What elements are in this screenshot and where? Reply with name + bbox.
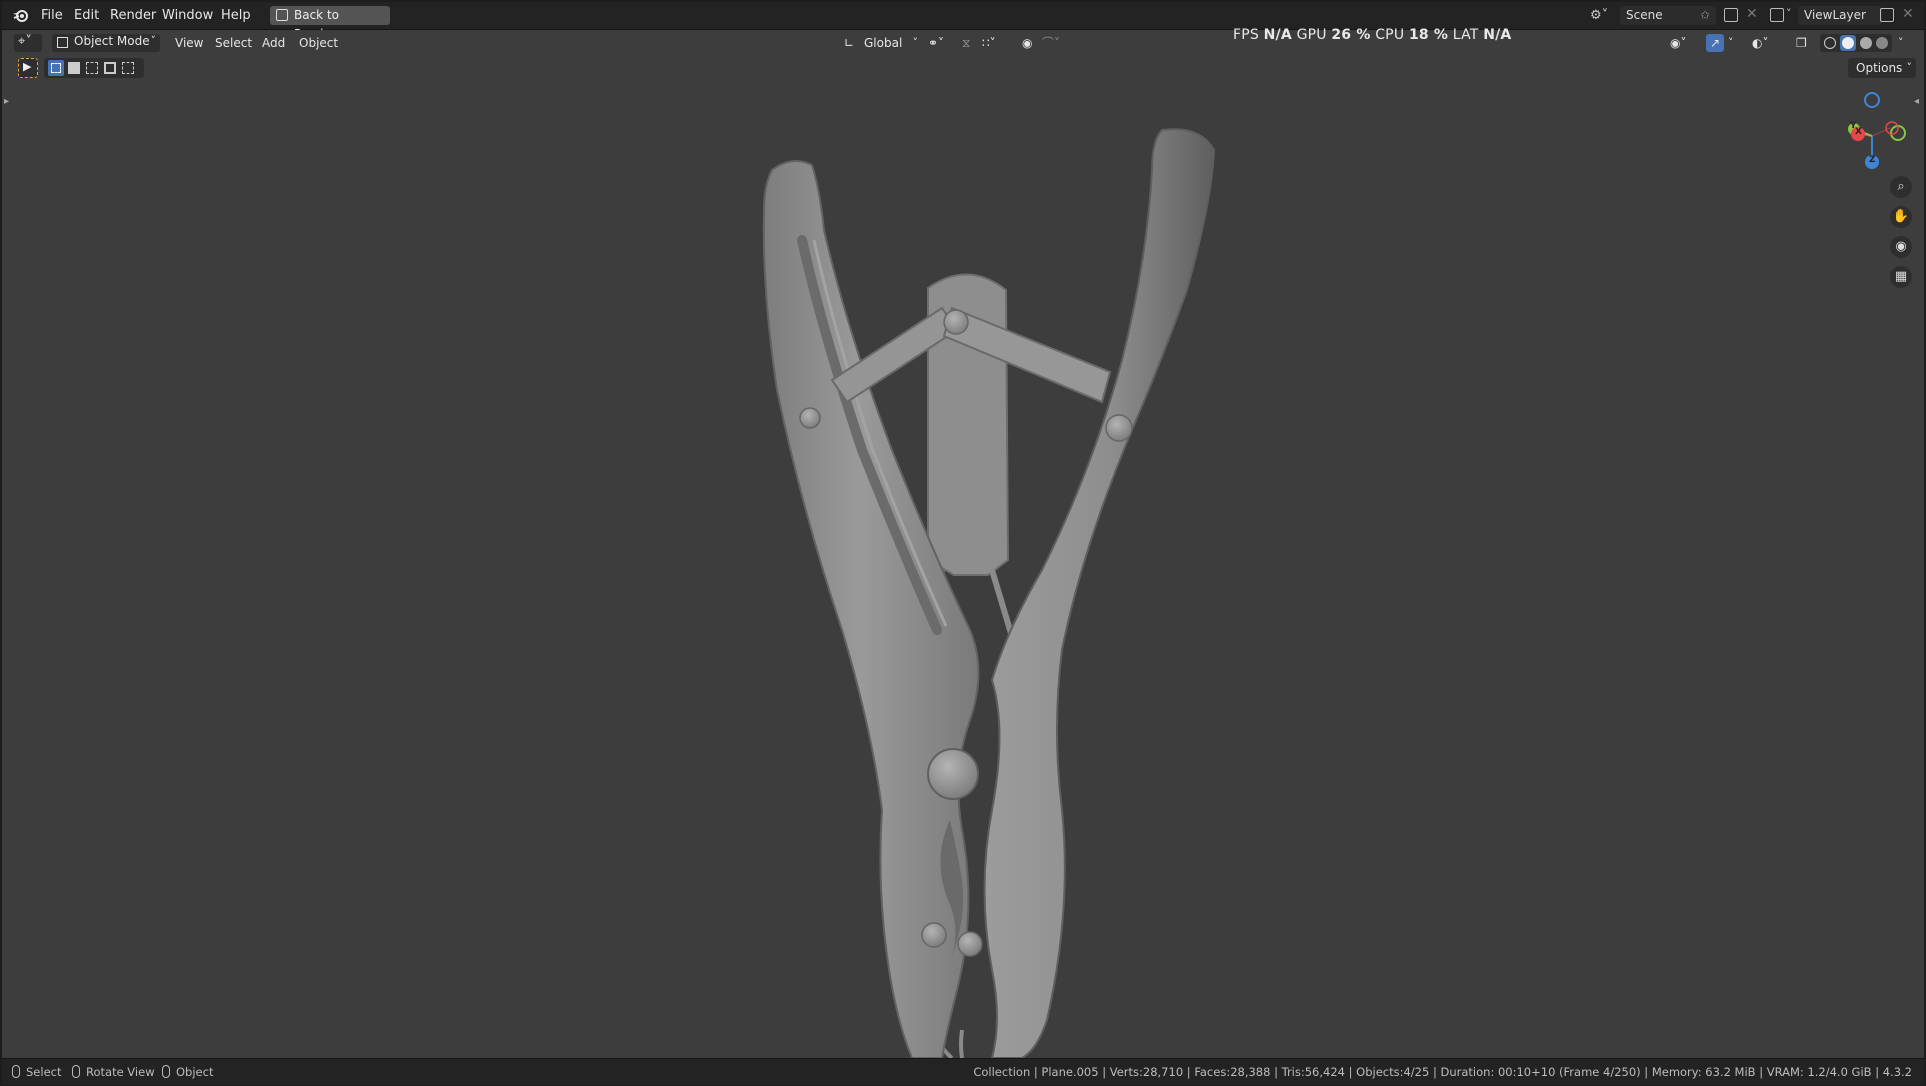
select-tool-icon[interactable]: ▶	[18, 58, 38, 78]
3d-viewport[interactable]	[2, 30, 1924, 1058]
menu-add[interactable]: Add	[262, 34, 285, 52]
zoom-icon[interactable]: ⌕	[1890, 176, 1912, 198]
menu-view[interactable]: View	[175, 34, 203, 52]
menu-window[interactable]: Window	[159, 8, 216, 24]
orientation-label: Global	[864, 36, 903, 50]
xray-icon[interactable]: ❐	[1796, 34, 1812, 52]
performance-stats: FPS N/A GPU 26 % CPU 18 % LAT N/A	[1233, 27, 1511, 43]
proportional-edit-icon[interactable]: ◉	[1022, 34, 1036, 52]
select-new-icon[interactable]	[48, 60, 64, 76]
top-menu-bar: File Edit Render Window Help Back to Pre…	[2, 2, 1924, 41]
view-layer-field[interactable]: ViewLayer	[1798, 6, 1882, 25]
select-subtract-icon[interactable]	[86, 62, 98, 74]
pivot-icon[interactable]: ⚭˅	[928, 34, 954, 52]
delete-view-layer-icon[interactable]: ✕	[1902, 6, 1914, 22]
snap-grid-icon[interactable]: ∷˅	[982, 34, 1008, 52]
scene-icon[interactable]: ⚙˅	[1590, 8, 1614, 24]
shading-modes	[1820, 34, 1892, 52]
gizmo-toggle-icon[interactable]: ↗	[1706, 34, 1724, 52]
options-dropdown[interactable]: Options ˅	[1848, 58, 1916, 78]
chevron-down-icon: ˅	[1906, 61, 1913, 74]
mouse-right-icon	[162, 1065, 170, 1078]
options-label: Options	[1856, 61, 1903, 75]
rendered-shading-icon[interactable]	[1876, 37, 1888, 49]
sidebar-expand-icon[interactable]: ◂	[1914, 96, 1919, 107]
viewport-header: ⌖˅ Object Mode ˅ View Select Add Object …	[2, 30, 1924, 55]
menu-help[interactable]: Help	[218, 8, 254, 24]
status-rotate-view: Rotate View	[86, 1065, 155, 1079]
lat-label: LAT	[1452, 27, 1479, 43]
gpu-label: GPU	[1296, 27, 1327, 43]
view-layer-name: ViewLayer	[1804, 8, 1866, 22]
select-invert-icon[interactable]	[104, 62, 116, 74]
menu-select[interactable]: Select	[215, 34, 252, 52]
visibility-icon[interactable]: ◉˅	[1670, 34, 1696, 52]
scene-statistics: Collection | Plane.005 | Verts:28,710 | …	[973, 1065, 1912, 1079]
new-view-layer-icon[interactable]	[1880, 8, 1894, 22]
back-icon	[276, 9, 288, 21]
menu-object[interactable]: Object	[299, 34, 338, 52]
back-to-previous-button[interactable]: Back to Previous	[270, 6, 390, 41]
gizmo-z-label: Z	[1869, 155, 1876, 165]
mouse-left-icon	[12, 1065, 20, 1078]
menu-edit[interactable]: Edit	[71, 8, 102, 24]
overlays-icon[interactable]: ◐˅	[1752, 34, 1778, 52]
camera-icon[interactable]: ◉	[1890, 236, 1912, 258]
menu-file[interactable]: File	[38, 8, 66, 24]
lat-value: N/A	[1483, 27, 1512, 43]
object-mode-label: Object Mode	[74, 34, 150, 48]
grid-icon[interactable]: ▦	[1890, 266, 1912, 288]
delete-scene-icon[interactable]: ✕	[1746, 6, 1758, 22]
gpu-value: 26 %	[1331, 27, 1371, 43]
object-mode-icon	[57, 37, 68, 48]
fps-value: N/A	[1263, 27, 1292, 43]
toolbar-expand-icon[interactable]: ▸	[4, 96, 9, 107]
new-scene-icon[interactable]	[1724, 8, 1738, 22]
status-object: Object	[176, 1065, 214, 1079]
hand-icon[interactable]: ✋	[1890, 206, 1912, 228]
orientation-icon: ∟	[844, 36, 855, 50]
transform-orientation-dropdown[interactable]: ∟ Global ˅	[844, 34, 918, 52]
mouse-middle-icon	[72, 1065, 80, 1078]
chevron-down-icon: ˅	[150, 34, 157, 47]
wireframe-shading-icon[interactable]	[1824, 37, 1836, 49]
pliers-model[interactable]	[2, 30, 1924, 1058]
chevron-down-icon[interactable]: ˅	[1898, 34, 1908, 52]
chevron-down-icon[interactable]: ˅	[1786, 7, 1792, 20]
navigation-gizmo[interactable]: Y X Z	[1830, 88, 1910, 170]
status-select: Select	[26, 1065, 62, 1079]
status-bar: Select Rotate View Object Collection | P…	[2, 1058, 1924, 1085]
material-shading-icon[interactable]	[1860, 37, 1872, 49]
solid-shading-icon[interactable]	[1840, 35, 1856, 51]
chevron-down-icon[interactable]: ˅	[1728, 34, 1738, 52]
gizmo-x-label: X	[1855, 127, 1862, 137]
3d-viewport-icon[interactable]: ⌖˅	[14, 34, 42, 52]
select-extend-icon[interactable]	[68, 62, 80, 74]
chevron-down-icon: ˅	[912, 36, 919, 49]
object-mode-dropdown[interactable]: Object Mode ˅	[52, 34, 160, 52]
cpu-value: 18 %	[1408, 27, 1449, 43]
snap-icon[interactable]: ⧖	[962, 34, 978, 52]
blender-logo-icon[interactable]	[12, 7, 30, 25]
cpu-label: CPU	[1375, 27, 1405, 43]
pin-icon[interactable]: ✩	[1700, 6, 1710, 25]
scene-name: Scene	[1626, 8, 1663, 22]
menu-render[interactable]: Render	[107, 8, 159, 24]
falloff-icon[interactable]: ⌒˅	[1042, 34, 1068, 52]
select-intersect-icon[interactable]	[122, 62, 134, 74]
view-layer-icon[interactable]	[1770, 8, 1784, 22]
selection-modes	[44, 58, 144, 78]
scene-field[interactable]: Scene ✩	[1620, 6, 1716, 25]
fps-label: FPS	[1233, 27, 1259, 43]
